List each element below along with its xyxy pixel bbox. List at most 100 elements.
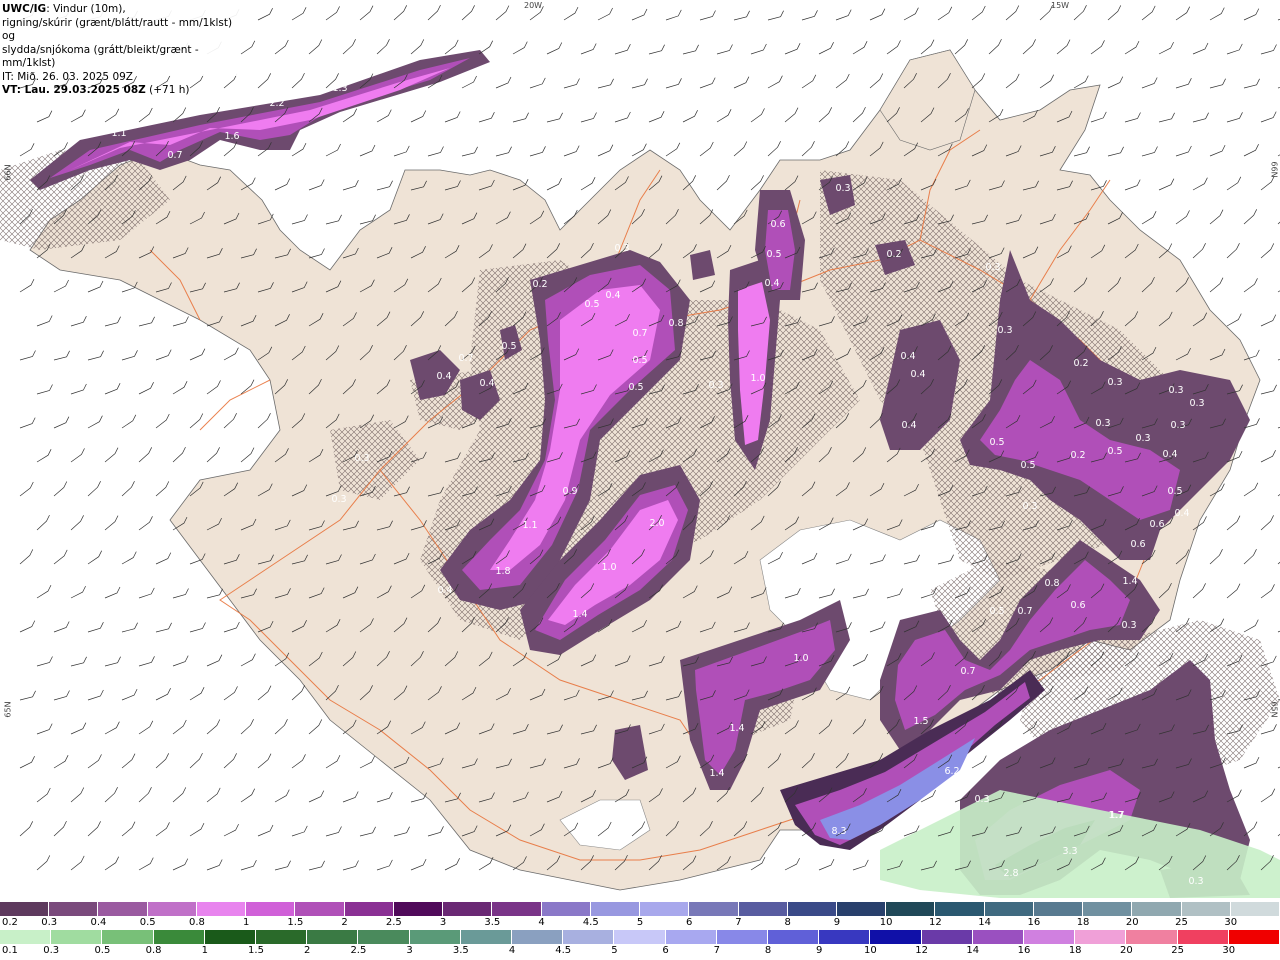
snow-legend-swatch bbox=[1230, 902, 1280, 916]
snow-legend-tick-label: 18 bbox=[1076, 917, 1090, 928]
precip-value-label: 0.3 bbox=[997, 325, 1012, 336]
issue-time: IT: Mið. 26. 03. 2025 09Z bbox=[2, 70, 133, 83]
precip-value-label: 0.3 bbox=[1188, 876, 1203, 887]
rain-legend-tick-label: 4.5 bbox=[555, 945, 572, 956]
header-line2: rigning/skúrir (grænt/blátt/rautt - mm/1… bbox=[2, 16, 233, 43]
rain-legend-tick-label: 3 bbox=[406, 945, 413, 956]
snow-legend-swatch bbox=[147, 902, 197, 916]
precip-value-label: 0.2 bbox=[886, 249, 901, 260]
snow-legend-swatch bbox=[640, 902, 690, 916]
snow-legend-swatch bbox=[344, 902, 394, 916]
rain-legend-swatch bbox=[1177, 930, 1229, 944]
precip-value-label: 0.3 bbox=[985, 262, 1000, 273]
grid-label-66n-left: 66N bbox=[3, 164, 13, 181]
rain-legend-ticks: 0.1 0.3 0.5 0.8 1 1.5 2 2.5 3 3.5 4 4.5 5 6 7 8 9 10 12 14 1… bbox=[0, 944, 1280, 958]
rain-legend-tick-label: 30 bbox=[1222, 945, 1236, 956]
rain-legend-tick-label: 20 bbox=[1120, 945, 1133, 956]
snow-legend-tick-label: 0.8 bbox=[188, 917, 205, 928]
snow-legend-swatch bbox=[787, 902, 837, 916]
precip-value-label: 0.8 bbox=[668, 318, 683, 329]
snow-legend-colorbar bbox=[0, 902, 1280, 916]
rain-legend-swatch bbox=[0, 930, 52, 944]
snow-legend-tick-label: 4 bbox=[538, 917, 545, 928]
precip-value-label: 0.3 bbox=[1022, 501, 1037, 512]
precip-value-label: 0.3 bbox=[1135, 433, 1150, 444]
precip-value-label: 0.5 bbox=[501, 341, 516, 352]
precip-value-label: 0.5 bbox=[989, 437, 1004, 448]
rain-legend-swatch bbox=[665, 930, 717, 944]
precip-value-label: 0.5 bbox=[628, 382, 643, 393]
precip-value-label: 8.3 bbox=[831, 826, 846, 837]
precip-value-label: 0.3 bbox=[835, 183, 850, 194]
rain-legend-swatch bbox=[921, 930, 973, 944]
precip-value-label: 0.2 bbox=[532, 279, 547, 290]
rain-legend-swatch bbox=[563, 930, 615, 944]
grid-label-65n-left: 65N bbox=[3, 701, 13, 718]
header-line1: : Vindur (10m), bbox=[46, 3, 126, 15]
rain-legend-swatch bbox=[460, 930, 513, 944]
snow-legend-tick-label: 2 bbox=[341, 917, 348, 928]
rain-legend-swatch bbox=[409, 930, 461, 944]
precip-value-label: 0.3 bbox=[1170, 420, 1185, 431]
precip-value-label: 0.7 bbox=[632, 328, 647, 339]
snow-legend-swatch bbox=[541, 902, 591, 916]
precip-value-label: 0.7 bbox=[167, 150, 182, 161]
snow-legend-swatch bbox=[738, 902, 788, 916]
rain-legend-tick-label: 7 bbox=[713, 945, 720, 956]
precip-value-label: 0.7 bbox=[1017, 606, 1032, 617]
precip-value-label: 2.2 bbox=[269, 98, 284, 109]
snow-legend-ticks: 0.2 0.3 0.4 0.5 0.8 1 1.5 2 2.5 3 3.5 4 4.5 5 6 7 8 9 10 12… bbox=[0, 916, 1280, 930]
snow-legend-swatch bbox=[393, 902, 444, 916]
snow-legend-tick-label: 3 bbox=[439, 917, 447, 928]
snow-legend-tick-label: 6 bbox=[686, 917, 693, 928]
snow-legend-tick-label: 0.2 bbox=[2, 917, 18, 928]
rain-legend-swatch bbox=[1228, 930, 1280, 944]
rain-legend: 0.1 0.3 0.5 0.8 1 1.5 2 2.5 3 3.5 4 4.5 5 6 7 8 9 10 12 14 1… bbox=[0, 930, 1280, 958]
precip-value-label: 1.5 bbox=[913, 716, 928, 727]
rain-legend-tick-label: 5 bbox=[611, 945, 618, 956]
snow-legend-swatch bbox=[0, 902, 50, 916]
valid-time: VT: Lau. 29.03.2025 08Z bbox=[2, 84, 146, 96]
grid-label-20w: 20W bbox=[524, 1, 543, 10]
precip-value-label: 0.6 bbox=[1149, 519, 1164, 530]
grid-label-15w: 15W bbox=[1051, 1, 1070, 10]
precip-value-label: 0.3 bbox=[1189, 398, 1204, 409]
rain-legend-swatch bbox=[358, 930, 410, 944]
snow-legend-tick-label: 14 bbox=[978, 917, 991, 928]
rain-legend-colorbar bbox=[0, 930, 1280, 944]
precip-value-label: 0.3 bbox=[1168, 385, 1183, 396]
precip-value-label: 0.4 bbox=[479, 378, 494, 389]
precip-value-label: 1.1 bbox=[522, 520, 537, 531]
precip-value-label: 1.1 bbox=[111, 128, 126, 139]
precip-value-label: 0.8 bbox=[1044, 578, 1059, 589]
rain-legend-tick-label: 16 bbox=[1017, 945, 1031, 956]
precip-value-label: 0.9 bbox=[562, 486, 577, 497]
snow-legend-tick-label: 10 bbox=[879, 917, 893, 928]
precip-value-label: 0.4 bbox=[1174, 508, 1189, 519]
model-name: UWC/IG bbox=[2, 3, 47, 15]
precip-value-label: 1.3 bbox=[332, 83, 347, 94]
snow-legend-swatch bbox=[246, 902, 296, 916]
rain-legend-swatch bbox=[51, 930, 103, 944]
rain-legend-tick-label: 0.8 bbox=[145, 945, 162, 956]
precip-value-label: 0.4 bbox=[910, 369, 925, 380]
precip-value-label: 0.4 bbox=[437, 585, 452, 596]
snow-legend-tick-label: 0.5 bbox=[139, 917, 156, 928]
precip-value-label: 1.4 bbox=[572, 609, 587, 620]
rain-legend-swatch bbox=[1126, 930, 1178, 944]
snow-legend-tick-label: 1 bbox=[242, 917, 250, 928]
precip-value-label: 0.3 bbox=[1121, 620, 1136, 631]
rain-legend-swatch bbox=[1075, 930, 1127, 944]
precip-value-label: 0.5 bbox=[632, 355, 647, 366]
rain-legend-swatch bbox=[512, 930, 564, 944]
precip-value-label: 0.6 bbox=[770, 219, 785, 230]
rain-legend-tick-label: 25 bbox=[1171, 945, 1184, 956]
snow-legend-swatch bbox=[49, 902, 99, 916]
snow-legend-swatch bbox=[1083, 902, 1133, 916]
snow-legend-tick-label: 30 bbox=[1224, 917, 1238, 928]
rain-legend-tick-label: 1 bbox=[201, 945, 208, 956]
precip-value-label: 2.8 bbox=[1003, 868, 1018, 879]
snow-legend-swatch bbox=[295, 902, 345, 916]
precip-value-label: 0.7 bbox=[960, 666, 975, 677]
precip-value-label: 1.8 bbox=[495, 566, 510, 577]
